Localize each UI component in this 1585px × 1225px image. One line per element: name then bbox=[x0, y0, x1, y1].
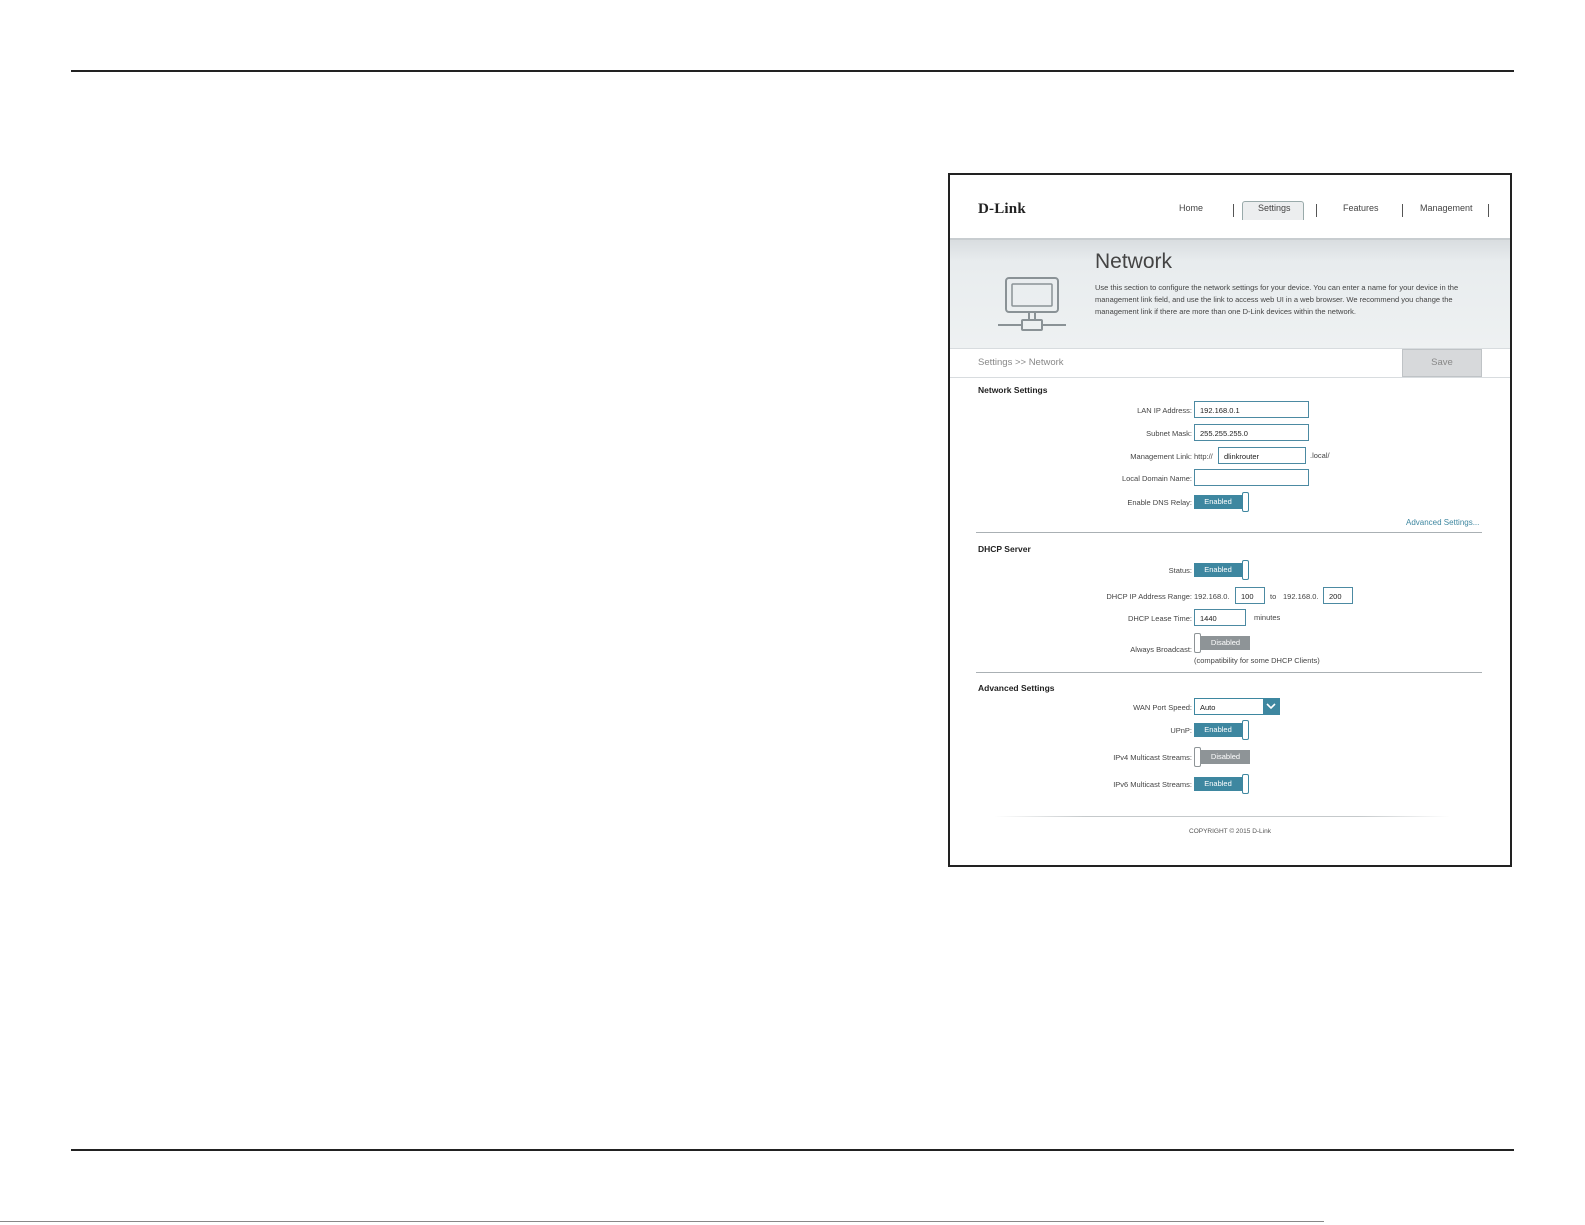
nav-separator bbox=[1233, 204, 1234, 217]
wan-port-speed-value: Auto bbox=[1200, 703, 1216, 712]
nav-separator bbox=[1488, 204, 1489, 217]
local-domain-label: Local Domain Name: bbox=[1121, 474, 1192, 483]
dns-relay-toggle[interactable]: Enabled bbox=[1194, 492, 1250, 512]
copyright-text: COPYRIGHT © 2015 D-Link bbox=[1189, 828, 1271, 835]
dhcp-server-title: DHCP Server bbox=[978, 544, 1031, 554]
toggle-state: Enabled bbox=[1194, 723, 1242, 737]
wan-port-speed-select[interactable]: Auto bbox=[1194, 698, 1280, 715]
toggle-state: Enabled bbox=[1194, 777, 1242, 791]
chevron-down-icon[interactable] bbox=[1263, 699, 1279, 714]
toggle-knob bbox=[1194, 747, 1201, 767]
upnp-toggle[interactable]: Enabled bbox=[1194, 720, 1250, 740]
lan-ip-input[interactable]: 192.168.0.1 bbox=[1194, 401, 1309, 418]
nav-separator bbox=[1316, 204, 1317, 217]
dhcp-lease-label: DHCP Lease Time: bbox=[1127, 614, 1192, 623]
toggle-knob bbox=[1242, 774, 1249, 794]
network-computer-icon bbox=[998, 277, 1066, 331]
lan-ip-label: LAN IP Address: bbox=[1137, 406, 1192, 415]
toggle-state: Enabled bbox=[1194, 495, 1242, 509]
dhcp-range-end-prefix: 192.168.0. bbox=[1283, 592, 1319, 601]
breadcrumb-bar: Settings >> Network Save bbox=[950, 348, 1510, 378]
dhcp-range-start-prefix: 192.168.0. bbox=[1194, 592, 1230, 601]
dhcp-lease-input[interactable]: 1440 bbox=[1194, 609, 1246, 626]
wan-port-speed-label: WAN Port Speed: bbox=[1133, 703, 1192, 712]
section-divider bbox=[976, 532, 1482, 533]
dhcp-lease-unit: minutes bbox=[1254, 613, 1281, 622]
management-link-input[interactable]: dlinkrouter bbox=[1218, 447, 1306, 464]
page-title: Network bbox=[1095, 250, 1173, 273]
router-screenshot-frame: D-Link Home Settings Features Management… bbox=[948, 173, 1512, 867]
nav-separator bbox=[1402, 204, 1403, 217]
nav-management[interactable]: Management bbox=[1420, 203, 1473, 213]
ipv4-multicast-label: IPv4 Multicast Streams: bbox=[1113, 753, 1192, 762]
local-domain-input[interactable] bbox=[1194, 469, 1309, 486]
dhcp-status-toggle[interactable]: Enabled bbox=[1194, 560, 1250, 580]
toggle-state: Disabled bbox=[1201, 636, 1250, 650]
always-broadcast-label: Always Broadcast: bbox=[1130, 645, 1192, 654]
subnet-mask-label: Subnet Mask: bbox=[1146, 429, 1192, 438]
dns-relay-label: Enable DNS Relay: bbox=[1127, 498, 1192, 507]
management-link-label: Management Link: bbox=[1130, 452, 1192, 461]
footer-divider bbox=[994, 816, 1450, 817]
dlink-logo: D-Link bbox=[978, 201, 1026, 217]
advanced-settings-link[interactable]: Advanced Settings... bbox=[1406, 518, 1479, 527]
toggle-knob bbox=[1242, 560, 1249, 580]
top-rule bbox=[71, 70, 1514, 72]
advanced-settings-title: Advanced Settings bbox=[978, 683, 1055, 693]
always-broadcast-note: (compatibility for some DHCP Clients) bbox=[1194, 656, 1320, 665]
toggle-knob bbox=[1194, 633, 1201, 653]
dhcp-range-start-input[interactable]: 100 bbox=[1235, 587, 1265, 604]
subnet-mask-input[interactable]: 255.255.255.0 bbox=[1194, 424, 1309, 441]
page-bottom-line bbox=[0, 1221, 1324, 1222]
breadcrumb: Settings >> Network bbox=[978, 357, 1064, 368]
network-settings-title: Network Settings bbox=[978, 385, 1048, 395]
ipv6-multicast-label: IPv6 Multicast Streams: bbox=[1113, 780, 1192, 789]
always-broadcast-toggle[interactable]: Disabled bbox=[1194, 633, 1250, 653]
section-divider bbox=[976, 672, 1482, 673]
save-button[interactable]: Save bbox=[1402, 349, 1482, 377]
toggle-state: Disabled bbox=[1201, 750, 1250, 764]
toggle-state: Enabled bbox=[1194, 563, 1242, 577]
management-link-suffix: .local/ bbox=[1310, 451, 1330, 460]
ipv6-multicast-toggle[interactable]: Enabled bbox=[1194, 774, 1250, 794]
dhcp-status-label: Status: bbox=[1168, 566, 1192, 575]
nav-features[interactable]: Features bbox=[1343, 203, 1379, 213]
dhcp-range-end-input[interactable]: 200 bbox=[1323, 587, 1353, 604]
toggle-knob bbox=[1242, 492, 1249, 512]
page-header-banner: Network Use this section to configure th… bbox=[950, 238, 1510, 348]
upnp-label: UPnP: bbox=[1170, 726, 1192, 735]
dhcp-range-label: DHCP IP Address Range: bbox=[1106, 592, 1192, 601]
page-description: Use this section to configure the networ… bbox=[1095, 283, 1459, 316]
management-link-prefix: http:// bbox=[1194, 452, 1213, 461]
toggle-knob bbox=[1242, 720, 1249, 740]
nav-settings[interactable]: Settings bbox=[1258, 203, 1291, 213]
dhcp-range-to: to bbox=[1270, 592, 1277, 601]
ipv4-multicast-toggle[interactable]: Disabled bbox=[1194, 747, 1250, 767]
bottom-rule bbox=[71, 1149, 1514, 1151]
top-navigation-bar: D-Link Home Settings Features Management bbox=[950, 175, 1510, 238]
nav-home[interactable]: Home bbox=[1179, 203, 1203, 213]
